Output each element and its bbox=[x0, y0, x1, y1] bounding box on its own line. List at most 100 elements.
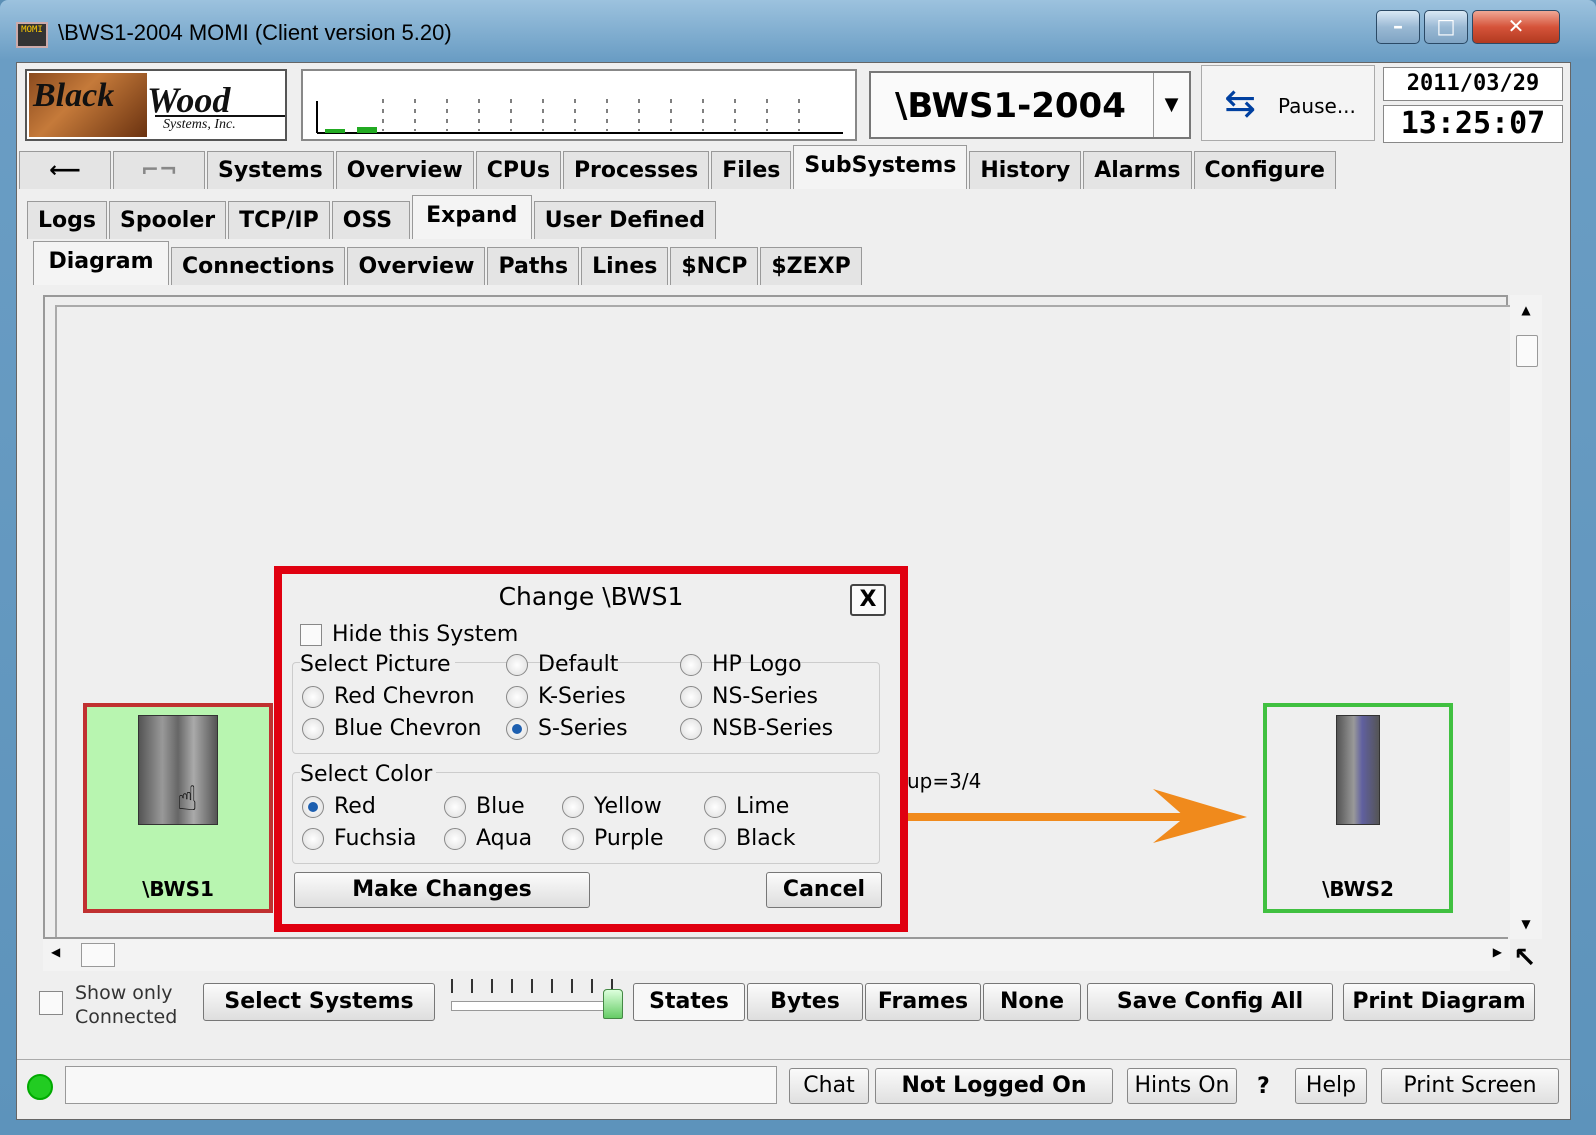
none-button[interactable]: None bbox=[983, 983, 1081, 1021]
client-area: Black Wood Systems, Inc. \BWS1-2004 ▼ ⇆ … bbox=[16, 62, 1571, 1120]
color-black[interactable]: Black bbox=[704, 826, 796, 851]
app-window: MOMI \BWS1-2004 MOMI (Client version 5.2… bbox=[0, 0, 1596, 1135]
hide-system-checkbox[interactable]: Hide this System bbox=[300, 622, 518, 647]
picture-ns-series[interactable]: NS-Series bbox=[680, 684, 818, 709]
scroll-right-icon[interactable]: ▶ bbox=[1493, 945, 1502, 959]
picture-hp-logo[interactable]: HP Logo bbox=[680, 652, 802, 677]
tab-lines[interactable]: Lines bbox=[581, 247, 669, 285]
dialog-close-button[interactable]: X bbox=[850, 584, 886, 616]
picture-k-series[interactable]: K-Series bbox=[506, 684, 626, 709]
vscroll-thumb[interactable] bbox=[1516, 335, 1538, 367]
help-button[interactable]: Help bbox=[1295, 1068, 1367, 1104]
hand-cursor-icon: ☝ bbox=[177, 779, 198, 819]
window-title: \BWS1-2004 MOMI (Client version 5.20) bbox=[58, 20, 452, 45]
logo-systems: Systems, Inc. bbox=[155, 115, 285, 133]
tab-alarms[interactable]: Alarms bbox=[1083, 151, 1192, 189]
server-icon bbox=[1336, 715, 1380, 825]
login-button[interactable]: Not Logged On bbox=[875, 1068, 1113, 1104]
node-bws1[interactable]: ☝ \BWS1 bbox=[83, 703, 273, 913]
node-bws1-label: \BWS1 bbox=[142, 877, 214, 901]
tab-spooler[interactable]: Spooler bbox=[108, 201, 227, 239]
tab-logs[interactable]: Logs bbox=[27, 201, 107, 239]
message-input[interactable] bbox=[65, 1066, 777, 1104]
tab-connections[interactable]: Connections bbox=[171, 247, 346, 285]
slider-thumb[interactable] bbox=[603, 989, 623, 1019]
color-aqua[interactable]: Aqua bbox=[444, 826, 532, 851]
system-selector[interactable]: \BWS1-2004 ▼ bbox=[869, 71, 1191, 139]
help-question-icon[interactable]: ? bbox=[1257, 1074, 1270, 1099]
node-bws2[interactable]: \BWS2 bbox=[1263, 703, 1453, 913]
tab-tcpip[interactable]: TCP/IP bbox=[228, 201, 330, 239]
tab-files[interactable]: Files bbox=[711, 151, 792, 189]
tab-paths[interactable]: Paths bbox=[487, 247, 580, 285]
title-bar[interactable]: MOMI \BWS1-2004 MOMI (Client version 5.2… bbox=[0, 0, 1596, 62]
tab-processes[interactable]: Processes bbox=[562, 151, 710, 189]
pulse-icon[interactable]: ⌐¬ bbox=[113, 151, 205, 189]
select-color-label: Select Color bbox=[300, 762, 437, 787]
picture-s-series[interactable]: S-Series bbox=[506, 716, 628, 741]
chevron-down-icon[interactable]: ▼ bbox=[1153, 73, 1189, 137]
vertical-scrollbar[interactable]: ▲ ▼ bbox=[1510, 295, 1542, 939]
line-icon[interactable]: ⟵ bbox=[19, 151, 111, 189]
blackwood-logo: Black Wood Systems, Inc. bbox=[25, 69, 287, 141]
status-bar: Chat Not Logged On Hints On ? Help Print… bbox=[17, 1059, 1570, 1119]
tab-expand[interactable]: Expand bbox=[411, 195, 532, 239]
tab-history[interactable]: History bbox=[969, 151, 1082, 189]
picture-blue-chevron[interactable]: Blue Chevron bbox=[302, 716, 482, 741]
third-tabs: Diagram Connections Overview Paths Lines… bbox=[33, 241, 864, 285]
maximize-icon[interactable]: □ bbox=[1424, 10, 1468, 44]
color-yellow[interactable]: Yellow bbox=[562, 794, 662, 819]
bytes-button[interactable]: Bytes bbox=[747, 983, 863, 1021]
tab-overview-exp[interactable]: Overview bbox=[347, 247, 486, 285]
scroll-up-icon[interactable]: ▲ bbox=[1510, 303, 1542, 317]
hints-button[interactable]: Hints On bbox=[1127, 1068, 1237, 1104]
tab-systems[interactable]: Systems bbox=[207, 151, 334, 189]
show-connected-label: Show only Connected bbox=[75, 982, 178, 1028]
select-systems-button[interactable]: Select Systems bbox=[203, 983, 435, 1021]
chat-button[interactable]: Chat bbox=[789, 1068, 869, 1104]
scroll-left-icon[interactable]: ◀ bbox=[51, 945, 60, 959]
minimize-icon[interactable]: – bbox=[1376, 10, 1420, 44]
picture-nsb-series[interactable]: NSB-Series bbox=[680, 716, 833, 741]
pause-button[interactable]: ⇆ Pause... bbox=[1201, 65, 1375, 141]
tab-diagram[interactable]: Diagram bbox=[33, 241, 169, 285]
picture-default[interactable]: Default bbox=[506, 652, 618, 677]
checkbox-icon[interactable] bbox=[300, 624, 322, 646]
tab-cpus[interactable]: CPUs bbox=[475, 151, 561, 189]
color-blue[interactable]: Blue bbox=[444, 794, 525, 819]
frames-button[interactable]: Frames bbox=[865, 983, 981, 1021]
resize-arrow-icon[interactable]: ↖ bbox=[1513, 941, 1536, 974]
horizontal-scrollbar[interactable]: ◀ ▶ bbox=[43, 939, 1510, 971]
hide-label: Hide this System bbox=[332, 622, 519, 647]
tab-zexp[interactable]: $ZEXP bbox=[760, 247, 862, 285]
color-red[interactable]: Red bbox=[302, 794, 376, 819]
color-fuchsia[interactable]: Fuchsia bbox=[302, 826, 417, 851]
print-diagram-button[interactable]: Print Diagram bbox=[1343, 983, 1535, 1021]
zoom-slider[interactable] bbox=[451, 977, 623, 1021]
cancel-button[interactable]: Cancel bbox=[766, 872, 882, 908]
show-connected-checkbox[interactable] bbox=[39, 991, 63, 1015]
tab-oss[interactable]: OSS bbox=[331, 201, 410, 239]
tab-configure[interactable]: Configure bbox=[1193, 151, 1336, 189]
hscroll-thumb[interactable] bbox=[81, 943, 115, 967]
link-arrow[interactable] bbox=[897, 777, 1257, 847]
close-icon[interactable]: ✕ bbox=[1472, 10, 1560, 44]
activity-graph bbox=[301, 69, 857, 141]
date: 2011/03/29 bbox=[1383, 67, 1563, 101]
make-changes-button[interactable]: Make Changes bbox=[294, 872, 590, 908]
node-bws2-label: \BWS2 bbox=[1322, 877, 1394, 901]
dialog-title: Change \BWS1 bbox=[498, 582, 684, 611]
pause-label: Pause... bbox=[1278, 94, 1356, 118]
color-purple[interactable]: Purple bbox=[562, 826, 663, 851]
tab-user-defined[interactable]: User Defined bbox=[533, 201, 716, 239]
color-lime[interactable]: Lime bbox=[704, 794, 789, 819]
time: 13:25:07 bbox=[1383, 105, 1563, 143]
tab-ncp[interactable]: $NCP bbox=[670, 247, 759, 285]
states-button[interactable]: States bbox=[633, 983, 745, 1021]
print-screen-button[interactable]: Print Screen bbox=[1381, 1068, 1559, 1104]
scroll-down-icon[interactable]: ▼ bbox=[1510, 917, 1542, 931]
tab-overview[interactable]: Overview bbox=[335, 151, 474, 189]
tab-subsystems[interactable]: SubSystems bbox=[793, 145, 968, 189]
save-config-all-button[interactable]: Save Config All bbox=[1087, 983, 1333, 1021]
picture-red-chevron[interactable]: Red Chevron bbox=[302, 684, 475, 709]
